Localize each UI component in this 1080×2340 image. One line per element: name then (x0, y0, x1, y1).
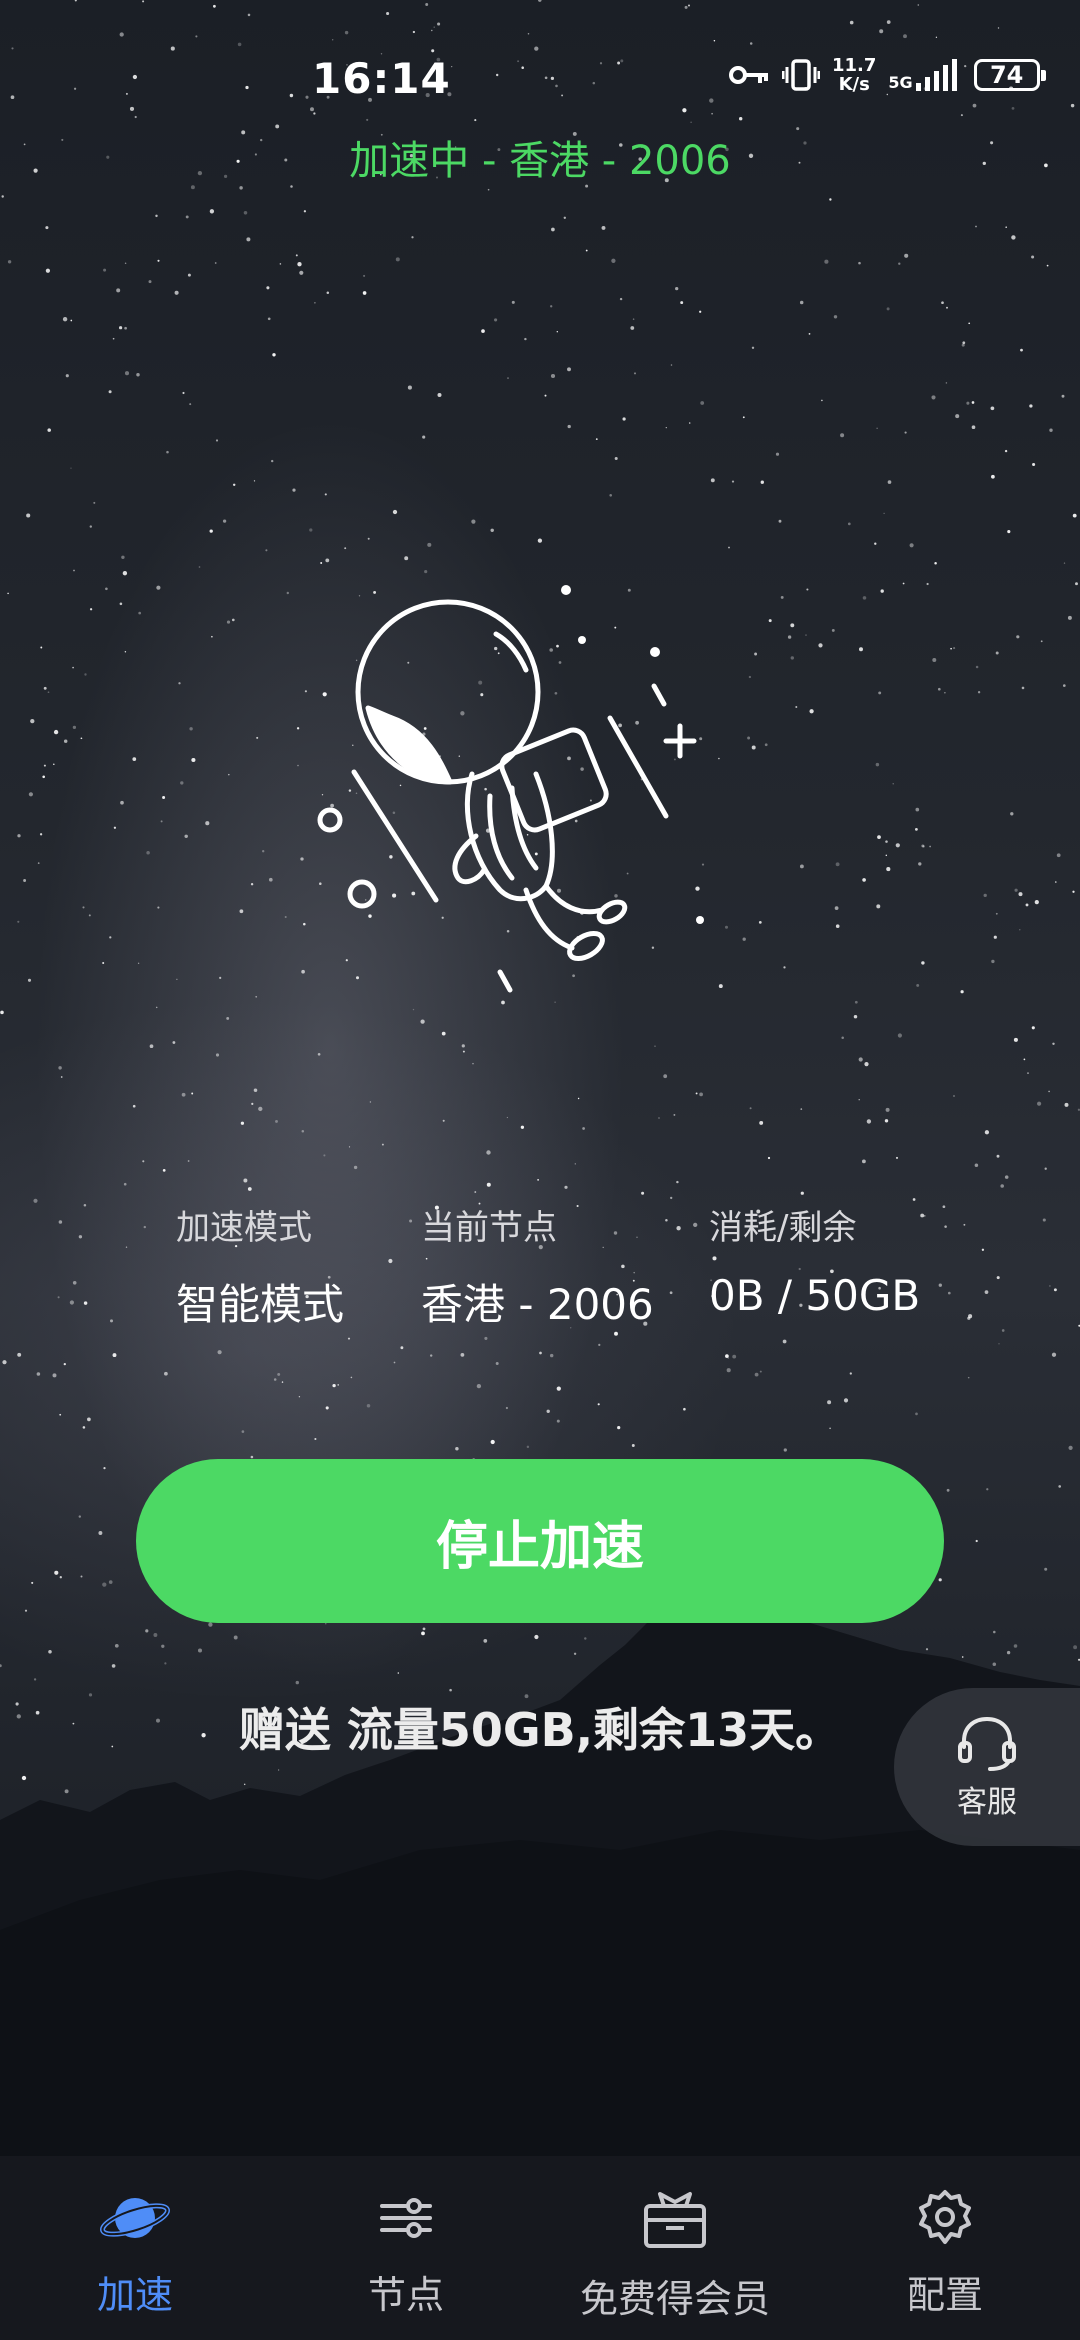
status-bar: 16:14 11.7 K/s 5G 74 (0, 0, 1080, 140)
astronaut-illustration (317, 585, 704, 993)
tab-nodes-label: 节点 (367, 2273, 444, 2317)
status-icons: 11.7 K/s 5G 74 (728, 55, 1046, 95)
tab-free-membership-label: 免费得会员 (579, 2277, 770, 2321)
tab-accelerate[interactable]: 加速 (80, 2188, 190, 2319)
mode-value: 智能模式 (176, 1280, 345, 1329)
connection-status: 加速中 - 香港 - 2006 (349, 138, 731, 184)
gear-icon (919, 2190, 971, 2244)
vpn-key-icon (729, 66, 768, 84)
usage-value: 0B / 50GB (709, 1271, 921, 1320)
usage-label: 消耗/剩余 (709, 1208, 857, 1248)
node-label: 当前节点 (421, 1208, 557, 1248)
planet-icon (100, 2198, 170, 2238)
mode-label: 加速模式 (176, 1208, 312, 1248)
clock: 16:14 (312, 54, 451, 103)
network-speed: 11.7 K/s (832, 55, 877, 95)
node-value: 香港 - 2006 (421, 1280, 654, 1329)
tab-settings[interactable]: 配置 (890, 2188, 1000, 2319)
home-indicator-area (0, 2320, 1080, 2340)
mountain-silhouette (0, 1580, 1080, 2170)
battery-indicator: 74 (973, 59, 1046, 91)
tab-accelerate-label: 加速 (96, 2273, 173, 2317)
tab-settings-label: 配置 (906, 2273, 983, 2317)
tab-nodes[interactable]: 节点 (351, 2188, 461, 2319)
headset-icon (958, 1716, 1016, 1771)
gift-box-icon (644, 2192, 706, 2248)
info-usage: 消耗/剩余 0B / 50GB (709, 1200, 920, 1320)
vibrate-icon (782, 59, 820, 91)
signal-bars-icon (915, 59, 957, 91)
cellular-signal: 5G (888, 59, 961, 91)
stop-acceleration-button[interactable]: 停止加速 (136, 1459, 944, 1623)
nodes-icon (380, 2198, 432, 2238)
info-node: 当前节点 香港 - 2006 (421, 1200, 654, 1332)
bottom-tab-bar: 加速 节点 免费得会员 配置 (0, 2156, 1080, 2340)
tab-free-membership[interactable]: 免费得会员 (575, 2188, 775, 2323)
info-mode: 加速模式 智能模式 (176, 1200, 344, 1332)
customer-service-button[interactable]: 客服 (894, 1688, 1080, 1846)
customer-service-label: 客服 (957, 1785, 1017, 1820)
